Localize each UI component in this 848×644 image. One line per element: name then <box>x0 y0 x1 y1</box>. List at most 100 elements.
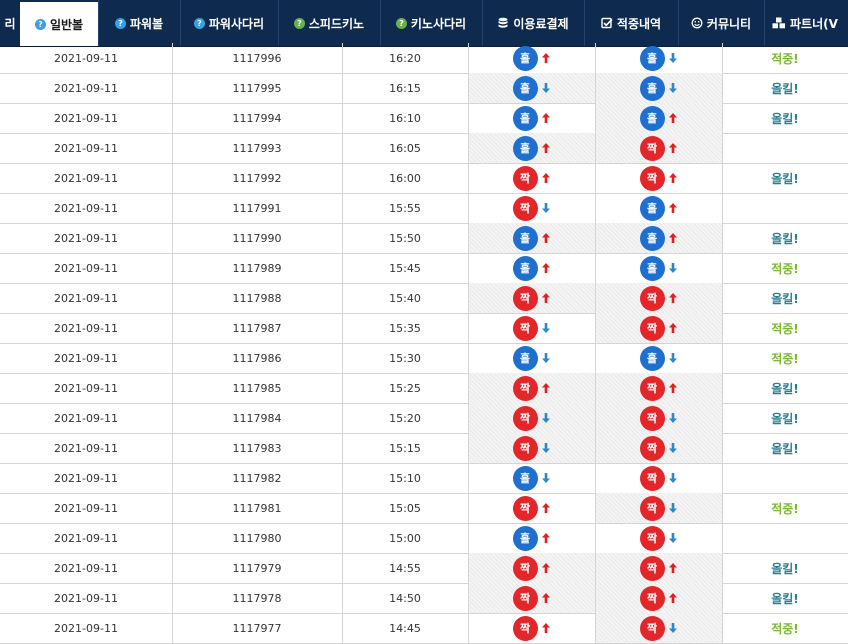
table-row: 2021-09-11 1117981 15:05 짝 짝 적중! <box>0 493 848 524</box>
odd-ball: 홀 <box>512 135 538 161</box>
pick-cell-2: 짝 <box>595 403 722 433</box>
round-cell: 1117978 <box>232 591 282 605</box>
arrow-up-icon <box>668 172 678 184</box>
column-divider <box>468 583 469 613</box>
even-ball: 짝 <box>639 285 665 311</box>
table-row: 2021-09-11 1117984 15:20 짝 짝 올킬! <box>0 403 848 434</box>
odd-ball: 홀 <box>512 75 538 101</box>
arrow-up-icon <box>541 502 551 514</box>
column-divider <box>342 223 343 253</box>
date-cell: 2021-09-11 <box>54 321 118 335</box>
column-divider <box>342 373 343 403</box>
time-cell: 16:00 <box>389 171 421 185</box>
nav-item-7[interactable]: 적중내역 <box>584 0 678 46</box>
result-cell: 올킬! <box>722 223 848 253</box>
column-divider <box>722 523 723 553</box>
column-divider <box>342 163 343 193</box>
pick-cell-1: 홀 <box>468 253 595 283</box>
column-divider <box>342 403 343 433</box>
even-ball: 짝 <box>639 435 665 461</box>
column-divider <box>722 223 723 253</box>
result-cell: 올킬! <box>722 73 848 103</box>
table-row: 2021-09-11 1117982 15:10 홀 짝 <box>0 463 848 494</box>
table-row: 2021-09-11 1117980 15:00 홀 짝 <box>0 523 848 554</box>
nav-item-2[interactable]: ? 파워볼 <box>98 0 180 46</box>
odd-ball: 홀 <box>639 195 665 221</box>
pick-cell-2: 홀 <box>595 253 722 283</box>
pick-cell-2: 홀 <box>595 223 722 253</box>
result-cell: 올킬! <box>722 583 848 613</box>
round-cell: 1117988 <box>232 291 282 305</box>
column-divider <box>172 523 173 553</box>
odd-ball: 홀 <box>512 255 538 281</box>
table-row: 2021-09-11 1117995 16:15 홀 홀 올킬! <box>0 73 848 104</box>
even-ball: 짝 <box>639 315 665 341</box>
arrow-down-icon <box>668 352 678 364</box>
odd-ball: 홀 <box>639 75 665 101</box>
nav-item-6[interactable]: 이용료결제 <box>482 0 584 46</box>
odd-ball: 홀 <box>512 45 538 71</box>
nav-item-label: 이용료결제 <box>513 16 569 31</box>
even-ball: 짝 <box>639 375 665 401</box>
nav-item-4[interactable]: ? 스피드키노 <box>278 0 380 46</box>
pick-cell-2: 홀 <box>595 343 722 373</box>
result-cell: 적중! <box>722 493 848 523</box>
column-divider <box>342 613 343 643</box>
date-cell: 2021-09-11 <box>54 81 118 95</box>
even-ball: 짝 <box>639 495 665 521</box>
column-divider <box>595 583 596 613</box>
nav-item-5[interactable]: ? 키노사다리 <box>380 0 482 46</box>
date-cell: 2021-09-11 <box>54 51 118 65</box>
even-ball: 짝 <box>512 435 538 461</box>
even-ball: 짝 <box>639 405 665 431</box>
time-cell: 15:35 <box>389 321 421 335</box>
column-divider <box>172 163 173 193</box>
column-divider <box>595 133 596 163</box>
column-divider <box>595 43 596 73</box>
odd-ball: 홀 <box>512 525 538 551</box>
nav-item-label: 키노사다리 <box>410 16 467 31</box>
column-divider <box>172 253 173 283</box>
column-divider <box>468 613 469 643</box>
result-allkill-label: 올킬! <box>771 111 799 126</box>
column-divider <box>722 283 723 313</box>
nav-item-9[interactable]: 파트너(V <box>764 0 848 46</box>
even-ball: 짝 <box>639 585 665 611</box>
arrow-up-icon <box>541 172 551 184</box>
time-cell: 15:15 <box>389 441 421 455</box>
table-row: 2021-09-11 1117987 15:35 짝 짝 적중! <box>0 313 848 344</box>
column-divider <box>172 583 173 613</box>
column-divider <box>722 343 723 373</box>
date-cell: 2021-09-11 <box>54 171 118 185</box>
table-row: 2021-09-11 1117985 15:25 짝 짝 올킬! <box>0 373 848 404</box>
column-divider <box>172 433 173 463</box>
column-divider <box>342 343 343 373</box>
result-allkill-label: 올킬! <box>771 411 799 426</box>
column-divider <box>468 73 469 103</box>
arrow-up-icon <box>668 142 678 154</box>
nav-item-label: 파트너(V <box>790 16 838 31</box>
nav-item-1[interactable]: ? 일반볼 <box>20 2 98 46</box>
round-cell: 1117996 <box>232 51 282 65</box>
checkbox-icon <box>601 17 613 29</box>
result-cell: 올킬! <box>722 103 848 133</box>
nav-item-8[interactable]: 커뮤니티 <box>678 0 764 46</box>
odd-ball: 홀 <box>512 345 538 371</box>
arrow-down-icon <box>541 202 551 214</box>
date-cell: 2021-09-11 <box>54 201 118 215</box>
column-divider <box>172 223 173 253</box>
time-cell: 14:45 <box>389 621 421 635</box>
result-cell <box>722 193 848 223</box>
nav-item-3[interactable]: ? 파워사다리 <box>180 0 278 46</box>
arrow-up-icon <box>541 622 551 634</box>
pick-cell-1: 짝 <box>468 493 595 523</box>
nav-item-0[interactable]: 리 <box>0 0 20 46</box>
column-divider <box>342 553 343 583</box>
even-ball: 짝 <box>639 165 665 191</box>
time-cell: 14:50 <box>389 591 421 605</box>
arrow-up-icon <box>668 562 678 574</box>
pick-cell-2: 짝 <box>595 463 722 493</box>
pick-cell-2: 짝 <box>595 373 722 403</box>
pick-cell-1: 홀 <box>468 343 595 373</box>
round-cell: 1117983 <box>232 441 282 455</box>
